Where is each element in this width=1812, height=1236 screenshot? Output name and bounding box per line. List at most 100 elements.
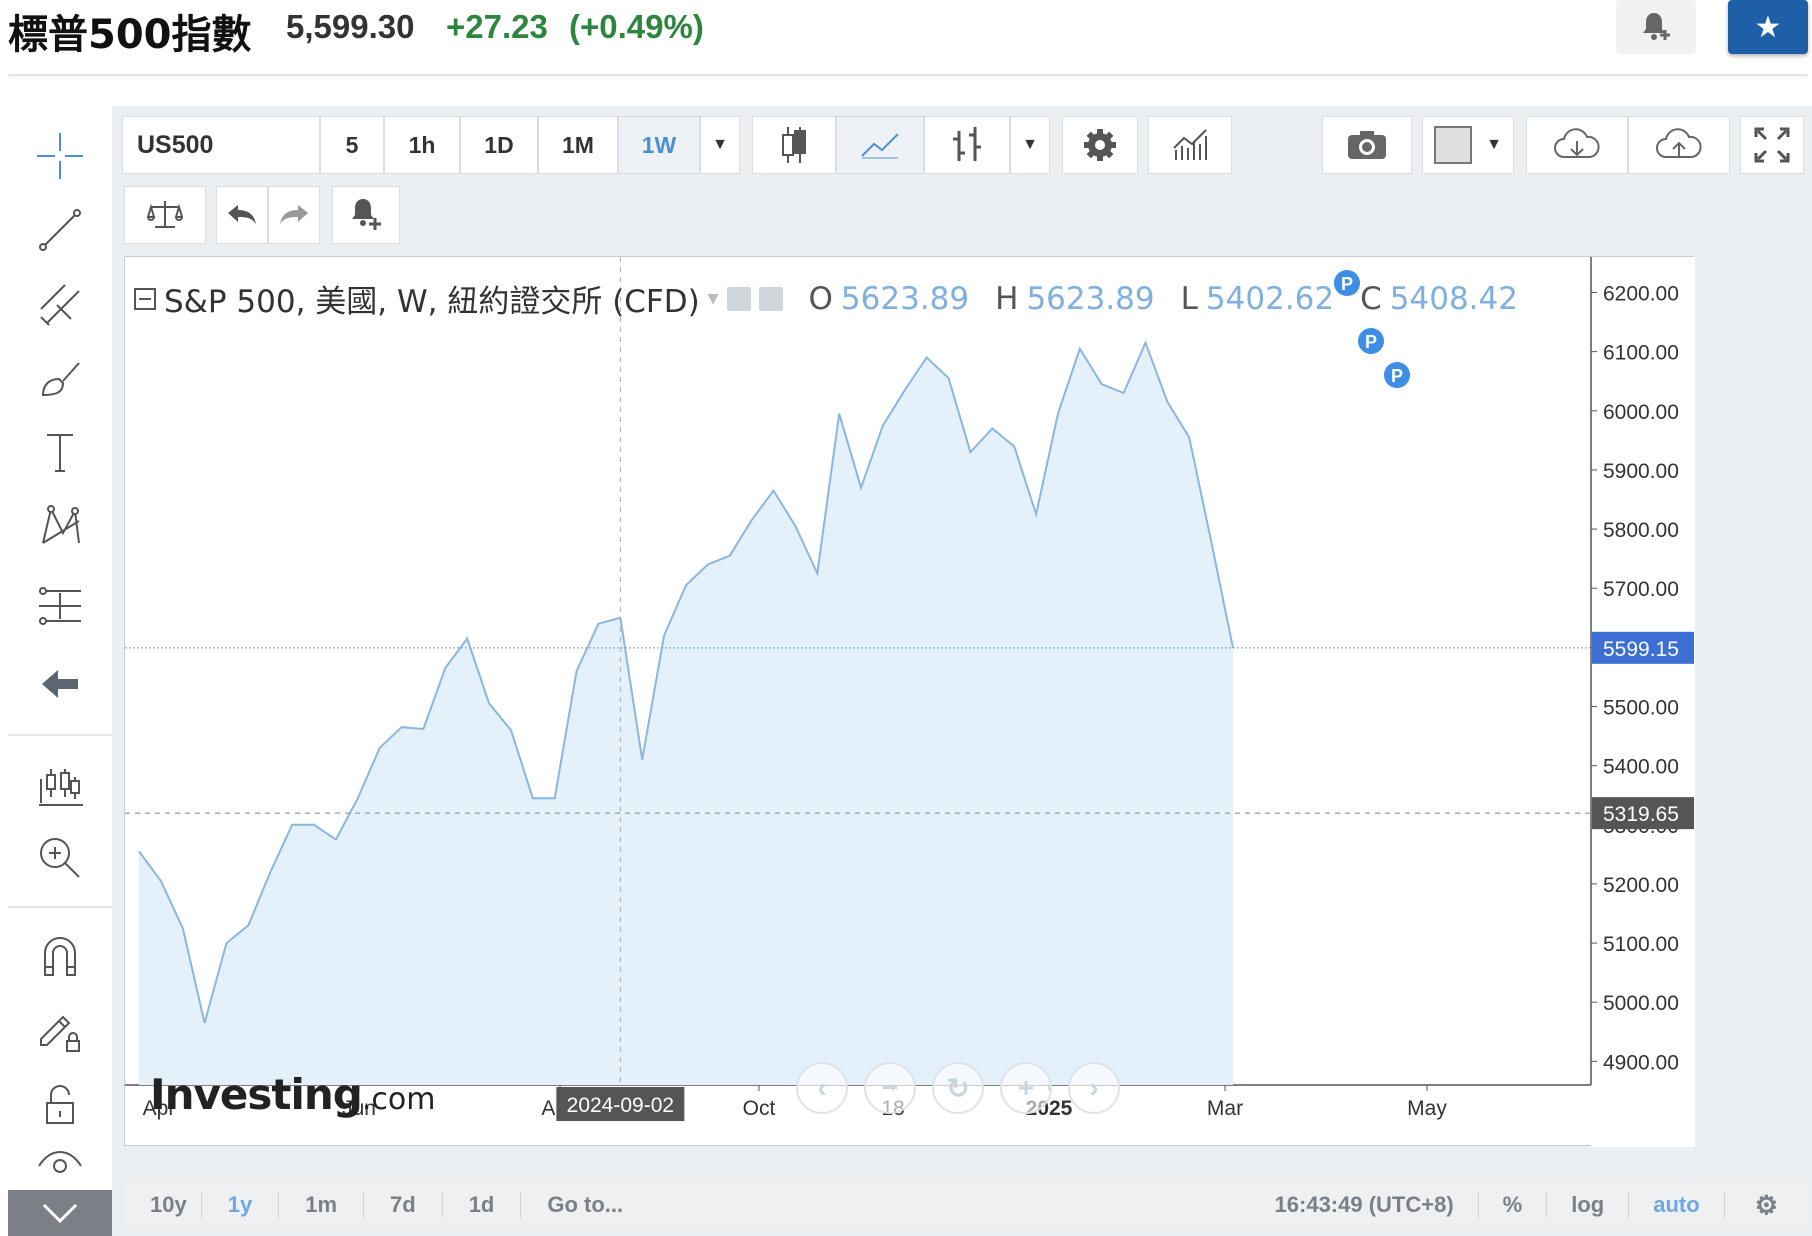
gear-icon	[1084, 129, 1116, 161]
magnet-tool[interactable]	[30, 926, 90, 986]
zoom-out-button[interactable]: −	[864, 1062, 916, 1114]
plus-icon: +	[1017, 1072, 1035, 1103]
create-alert-button[interactable]	[332, 186, 400, 244]
indicators-tool[interactable]	[30, 754, 90, 814]
arrow-left-icon	[42, 670, 78, 698]
expand-toolbar-button[interactable]	[8, 1190, 112, 1236]
reset-chart-button[interactable]: ↻	[932, 1062, 984, 1114]
redo-icon	[280, 205, 308, 224]
text-tool[interactable]	[30, 422, 90, 482]
gear-icon: ⚙	[1754, 1189, 1778, 1220]
interval-1w[interactable]: 1W	[618, 116, 700, 174]
compare-button[interactable]	[124, 186, 206, 244]
y-tick-label: 6000.00	[1603, 401, 1679, 424]
pattern-tool[interactable]	[30, 496, 90, 556]
y-tick-label: 5400.00	[1603, 756, 1679, 779]
brush-tool[interactable]	[30, 348, 90, 408]
scroll-left-button[interactable]: ‹	[796, 1062, 848, 1114]
range-7d[interactable]: 7d	[364, 1192, 443, 1218]
toolbar-divider	[8, 906, 112, 908]
scroll-right-button[interactable]: ›	[1068, 1062, 1120, 1114]
background-color-button[interactable]: ▼	[1422, 116, 1514, 174]
percent-scale-toggle[interactable]: %	[1479, 1192, 1548, 1218]
interval-dropdown[interactable]: ▼	[700, 116, 740, 174]
y-tick-label: 6200.00	[1603, 282, 1679, 305]
trendline-icon	[39, 209, 81, 251]
interval-5[interactable]: 5	[320, 116, 384, 174]
caret-down-icon: ▼	[712, 136, 728, 153]
visibility-tool[interactable]	[30, 1136, 90, 1196]
save-layout-button[interactable]	[1628, 116, 1730, 174]
zoom-tool[interactable]	[30, 828, 90, 888]
undo-button[interactable]	[216, 186, 268, 244]
line-chart-icon	[861, 133, 899, 159]
series-area-fill	[139, 342, 1233, 1085]
collapse-legend-icon[interactable]	[134, 287, 156, 310]
price-change-percent: (+0.49%)	[569, 8, 704, 45]
y-tick-label: 5000.00	[1603, 992, 1679, 1015]
bell-plus-icon	[352, 199, 381, 230]
interval-1d[interactable]: 1D	[460, 116, 538, 174]
y-tick-label: 5800.00	[1603, 519, 1679, 542]
minus-icon: −	[881, 1072, 899, 1103]
fullscreen-button[interactable]	[1740, 116, 1804, 174]
header-divider	[8, 74, 1808, 76]
zoom-in-button[interactable]: +	[1000, 1062, 1052, 1114]
hide-toolbar-button[interactable]	[30, 654, 90, 714]
x-tick-label: May	[1407, 1097, 1447, 1120]
unlock-tool[interactable]	[30, 1074, 90, 1134]
measure-tool[interactable]	[30, 576, 90, 636]
trendline-tool[interactable]	[30, 200, 90, 260]
chart-properties-button[interactable]: ⚙	[1725, 1189, 1808, 1220]
chart-style-dropdown[interactable]: ▼	[1010, 116, 1050, 174]
indicators-button[interactable]	[1148, 116, 1232, 174]
clock-timezone[interactable]: 16:43:49 (UTC+8)	[1251, 1192, 1479, 1218]
gear-icon[interactable]	[758, 286, 783, 311]
pattern-icon	[42, 505, 80, 544]
zoom-in-icon	[40, 838, 80, 878]
pitchfork-tool[interactable]	[30, 274, 90, 334]
range-1m[interactable]: 1m	[279, 1192, 364, 1218]
range-1y[interactable]: 1y	[202, 1192, 280, 1218]
candles-style-button[interactable]	[752, 116, 836, 174]
screenshot-button[interactable]	[1322, 116, 1412, 174]
low-value: 5402.62	[1205, 280, 1335, 317]
high-label: H	[995, 280, 1019, 317]
text-icon	[47, 434, 73, 472]
range-1d[interactable]: 1d	[443, 1192, 522, 1218]
redo-button[interactable]	[268, 186, 320, 244]
y-tick-label: 5100.00	[1603, 933, 1679, 956]
log-scale-toggle[interactable]: log	[1547, 1192, 1630, 1218]
price-chart[interactable]: 6200.00 6100.00 6000.00 5900.00 5800.00 5700.…	[125, 257, 1695, 1147]
y-tick-label: 4900.00	[1603, 1051, 1679, 1074]
lock-drawings-tool[interactable]	[30, 1000, 90, 1060]
crosshair-price-label: 5319.65	[1603, 803, 1679, 826]
page-title: 標普500指數	[8, 12, 252, 58]
chart-legend: S&P 500, 美國, W, 紐約證交所 (CFD) ▼ O 5623.89 H…	[134, 276, 1518, 321]
goto-date-button[interactable]: Go to...	[521, 1192, 649, 1218]
add-alert-button[interactable]	[1616, 0, 1696, 54]
area-style-button[interactable]	[836, 116, 924, 174]
last-price-label: 5599.15	[1603, 638, 1679, 661]
watchlist-star-button[interactable]: ★	[1728, 0, 1808, 54]
eye-toggle-icon[interactable]	[726, 286, 751, 311]
bars-style-button[interactable]	[924, 116, 1010, 174]
current-price: 5,599.30	[286, 8, 415, 45]
open-label: O	[808, 280, 833, 317]
chevron-right-icon: ›	[1089, 1072, 1099, 1103]
settings-button[interactable]	[1062, 116, 1138, 174]
interval-1m[interactable]: 1M	[538, 116, 618, 174]
crosshair-tool[interactable]	[30, 126, 90, 186]
interval-1h[interactable]: 1h	[384, 116, 460, 174]
bar-chart-trend-icon	[1173, 129, 1207, 160]
chart-plot-area[interactable]: 6200.00 6100.00 6000.00 5900.00 5800.00 5700.…	[124, 256, 1695, 1147]
legend-dropdown-icon[interactable]: ▼	[708, 291, 719, 307]
cloud-download-icon	[1554, 128, 1600, 158]
y-tick-label: 5500.00	[1603, 696, 1679, 719]
auto-scale-toggle[interactable]: auto	[1629, 1192, 1725, 1218]
range-10y[interactable]: 10y	[124, 1192, 202, 1218]
symbol-input[interactable]: US500	[122, 116, 320, 174]
load-layout-button[interactable]	[1526, 116, 1628, 174]
magnet-icon	[44, 937, 76, 976]
candles-icon	[39, 769, 83, 806]
